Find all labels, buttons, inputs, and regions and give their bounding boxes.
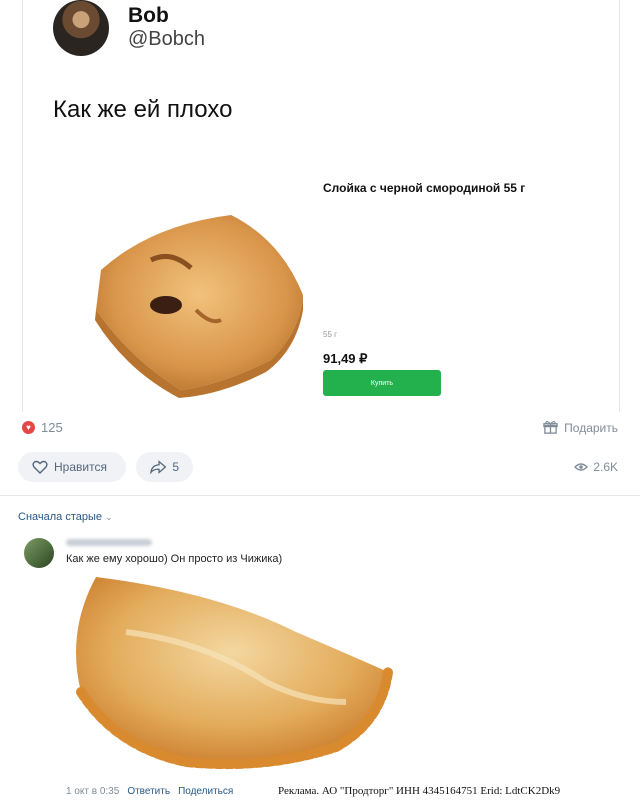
reactions-count: 125	[41, 420, 63, 435]
share-link[interactable]: Поделиться	[178, 786, 233, 797]
commenter-name-blurred[interactable]	[66, 537, 176, 548]
product-title: Слойка с черной смородиной 55 г	[323, 181, 526, 195]
cheburek-image	[76, 577, 393, 770]
author-avatar[interactable]	[53, 0, 109, 56]
comment-date[interactable]: 1 окт в 0:35	[66, 786, 119, 797]
share-count: 5	[172, 460, 179, 474]
heart-icon: ♥	[22, 421, 35, 434]
share-button[interactable]: 5	[136, 452, 193, 482]
eye-icon	[574, 463, 589, 471]
buy-button[interactable]: Купить	[323, 370, 441, 396]
comments-sort-dropdown[interactable]: Сначала старые ⌄	[18, 511, 113, 523]
tweet-card: Bob @Bobch Как же ей плохо Слойка с черн…	[22, 0, 620, 412]
heart-outline-icon	[32, 460, 48, 474]
product-price: 91,49 ₽	[323, 351, 368, 366]
commenter-avatar[interactable]	[24, 538, 54, 568]
comment-footer: 1 окт в 0:35 Ответить Поделиться	[66, 786, 233, 797]
share-arrow-icon	[150, 460, 167, 474]
gift-button[interactable]: Подарить	[543, 420, 618, 435]
tweet-text: Как же ей плохо	[53, 96, 233, 123]
comment-text: Как же ему хорошо) Он просто из Чижика)	[66, 553, 283, 565]
author-handle[interactable]: @Bobch	[128, 28, 205, 51]
author-name[interactable]: Bob	[128, 4, 169, 28]
sort-label: Сначала старые	[18, 511, 103, 523]
reply-link[interactable]: Ответить	[127, 786, 170, 797]
like-button[interactable]: Нравится	[18, 452, 126, 482]
chevron-down-icon: ⌄	[105, 512, 113, 522]
views-counter: 2.6K	[574, 460, 618, 474]
gift-icon	[543, 421, 558, 434]
reactions-summary[interactable]: ♥ 125	[22, 420, 63, 435]
views-count: 2.6K	[593, 460, 618, 474]
ad-disclaimer: Реклама. АО "Продторг" ИНН 4345164751 Er…	[278, 785, 561, 797]
product-weight: 55 г	[323, 330, 338, 339]
like-label: Нравится	[54, 460, 107, 474]
puff-pastry-image	[95, 215, 303, 398]
divider	[0, 495, 640, 496]
gift-label: Подарить	[564, 420, 618, 435]
